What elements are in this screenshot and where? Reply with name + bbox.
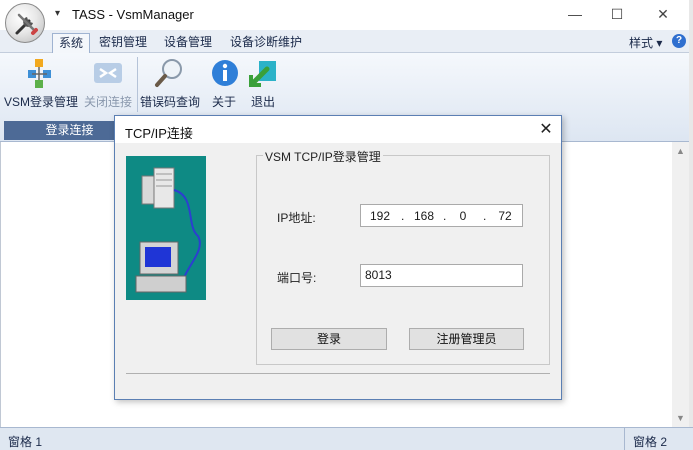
style-menu[interactable]: 样式 ▾: [629, 34, 662, 51]
ip-dot-separator: .: [483, 209, 487, 223]
window-edge: [689, 0, 693, 450]
dialog-body: VSM TCP/IP登录管理 IP地址: 192 . 168 . 0 . 72 …: [115, 143, 561, 399]
disconnect-label: 关闭连接: [83, 95, 132, 109]
tab-key-management[interactable]: 密钥管理: [93, 33, 153, 53]
magnifier-icon: [155, 59, 182, 87]
tab-system[interactable]: 系统: [52, 33, 91, 53]
vsm-login-label: VSM登录管理: [4, 95, 79, 109]
port-label: 端口号:: [277, 271, 317, 285]
status-pane-1: 窗格 1: [8, 435, 43, 449]
exit-icon: [249, 61, 276, 87]
minimize-button[interactable]: —: [564, 4, 586, 24]
status-pane-2: 窗格 2: [633, 435, 668, 449]
ip-octet-1[interactable]: 192: [367, 209, 393, 223]
dialog-title: TCP/IP连接: [125, 126, 193, 141]
quick-access-dropdown[interactable]: ▾: [55, 8, 60, 19]
vsm-login-button[interactable]: VSM登录管理: [4, 55, 78, 111]
tab-device-management[interactable]: 设备管理: [158, 33, 218, 53]
ip-address-label: IP地址:: [277, 211, 316, 225]
disconnect-button[interactable]: 关闭连接: [82, 55, 134, 111]
ip-address-field[interactable]: 192 . 168 . 0 . 72: [360, 204, 523, 227]
vertical-scrollbar[interactable]: ▲ ▼: [672, 142, 689, 427]
ip-dot-separator: .: [401, 209, 405, 223]
status-pane-2-box: 窗格 2: [624, 428, 676, 450]
vsm-login-groupbox: VSM TCP/IP登录管理 IP地址: 192 . 168 . 0 . 72 …: [256, 148, 550, 365]
ribbon-separator: [137, 57, 138, 112]
exit-label: 退出: [250, 95, 275, 109]
about-button[interactable]: 关于: [206, 55, 242, 111]
ip-octet-4[interactable]: 72: [492, 209, 518, 223]
tools-icon: [15, 13, 38, 35]
app-menu-button[interactable]: [5, 3, 45, 43]
scroll-up-icon[interactable]: ▲: [676, 146, 685, 156]
tab-device-diagnostics[interactable]: 设备诊断维护: [224, 33, 308, 53]
title-bar: ▾ TASS - VsmManager — ☐ ✕: [0, 0, 693, 30]
server-computer-icon: [135, 167, 201, 293]
login-button[interactable]: 登录: [271, 328, 387, 350]
groupbox-title: VSM TCP/IP登录管理: [263, 148, 383, 165]
tcpip-dialog: TCP/IP连接 ✕ VSM TCP/IP登录管理 IP地址: 192 . 16…: [114, 115, 562, 400]
status-bar: 窗格 1 窗格 2: [0, 427, 693, 450]
dialog-close-button[interactable]: ✕: [535, 119, 557, 141]
error-code-query-label: 错误码查询: [140, 95, 201, 109]
ip-octet-2[interactable]: 168: [411, 209, 437, 223]
window-title: TASS - VsmManager: [72, 7, 194, 22]
disconnect-icon: [94, 63, 122, 83]
help-icon[interactable]: ?: [672, 34, 686, 48]
ip-octet-3[interactable]: 0: [450, 209, 476, 223]
register-admin-button[interactable]: 注册管理员: [409, 328, 524, 350]
network-illustration: [126, 156, 206, 300]
port-field[interactable]: 8013: [360, 264, 523, 287]
about-label: 关于: [211, 95, 236, 109]
maximize-button[interactable]: ☐: [606, 4, 628, 24]
scroll-down-icon[interactable]: ▼: [676, 413, 685, 423]
dialog-divider: [126, 373, 550, 374]
menu-bar: 系统 密钥管理 设备管理 设备诊断维护: [0, 30, 693, 53]
error-code-query-button[interactable]: 错误码查询: [140, 55, 200, 111]
close-button[interactable]: ✕: [652, 4, 674, 24]
ip-dot-separator: .: [443, 209, 447, 223]
exit-button[interactable]: 退出: [245, 55, 281, 111]
info-icon: [212, 60, 238, 86]
vsm-login-icon: [28, 59, 51, 88]
